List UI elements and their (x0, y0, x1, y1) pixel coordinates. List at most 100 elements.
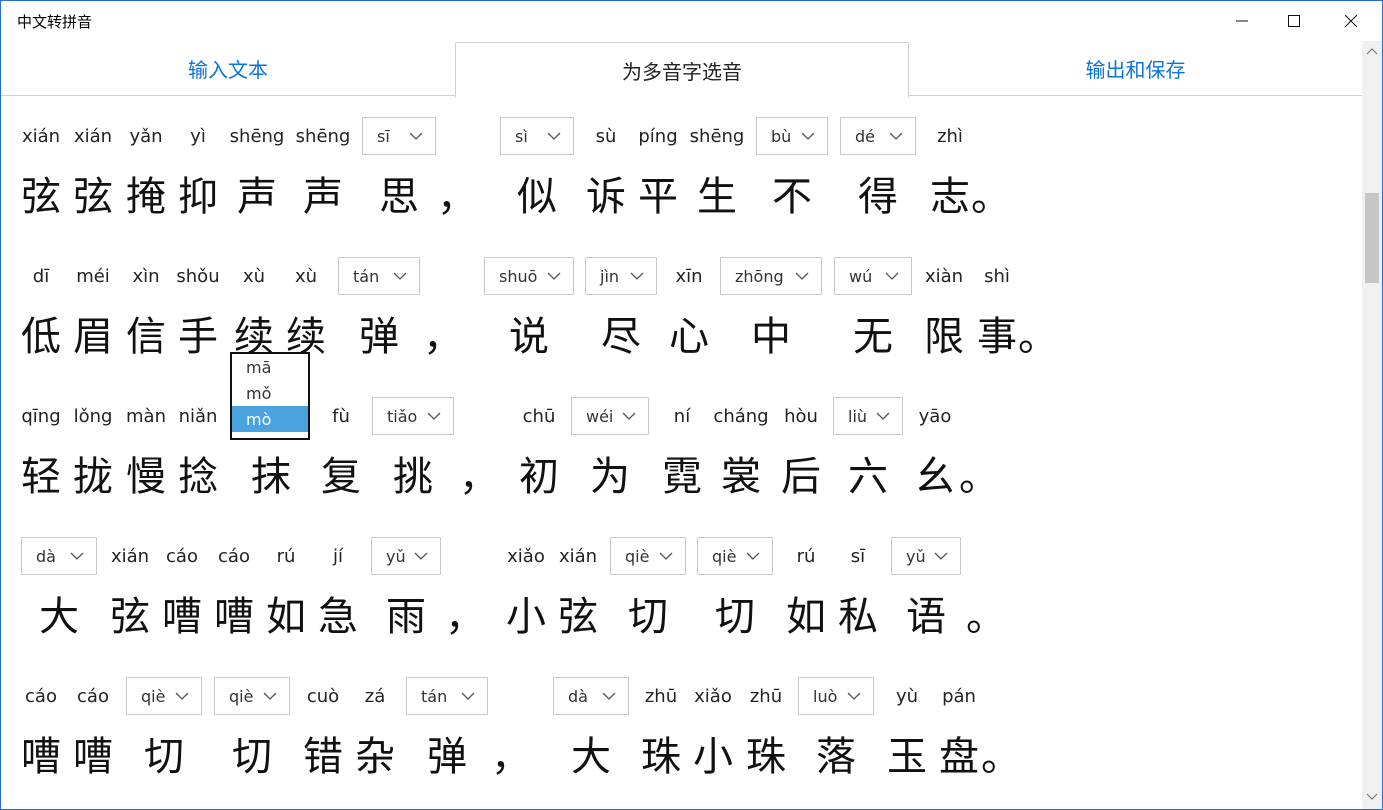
pinyin-dropdown-value: qiè (229, 686, 254, 706)
minimize-button[interactable] (1219, 1, 1265, 41)
pinyin-dropdown[interactable]: tiǎo (372, 397, 454, 435)
pinyin-dropdown[interactable]: dà (21, 537, 97, 575)
hanzi-char: 复 (321, 454, 361, 500)
scroll-down-icon[interactable] (1366, 793, 1378, 801)
hanzi-char: 嘈 (162, 594, 202, 640)
hanzi-char: ， (491, 734, 531, 780)
pinyin-dropdown[interactable]: tán (406, 677, 488, 715)
chevron-down-icon (602, 692, 616, 700)
char-cell: zhū 珠 (635, 676, 687, 784)
dropdown-option[interactable]: mǒ (232, 380, 308, 406)
pinyin-dropdown[interactable]: luò (798, 677, 874, 715)
pinyin-dropdown-value: qiè (141, 686, 166, 706)
pinyin-line: qīng 轻 lǒng 拢 màn 慢 niǎn 捻抹 fù 复 tiǎo 挑 ， chū 初 wéi 为 ní 霓… (1, 396, 1362, 536)
hanzi-char: 手 (178, 314, 218, 360)
hanzi-char: 初 (519, 454, 559, 500)
maximize-button[interactable] (1271, 1, 1317, 41)
char-cell: píng 平 (632, 116, 684, 224)
hanzi-char: 志 (930, 174, 970, 220)
close-button[interactable] (1328, 1, 1374, 41)
pinyin-dropdown[interactable]: sì (500, 117, 574, 155)
char-cell: shì 事 (971, 256, 1023, 364)
hanzi-char: 抑 (178, 174, 218, 220)
char-cell: qiè 切 (126, 676, 202, 784)
chevron-down-icon (393, 272, 407, 280)
hanzi-char: 限 (924, 314, 964, 360)
char-cell: yāo 幺 (909, 396, 961, 504)
tab-polyphone-select[interactable]: 为多音字选音 (455, 42, 909, 98)
char-cell: ， (491, 676, 531, 784)
pinyin-dropdown-value: tán (353, 266, 380, 286)
hanzi-char: 雨 (386, 594, 426, 640)
char-cell: xù 续 (228, 256, 280, 364)
char-cell: cháng 裳 (713, 396, 768, 504)
pinyin-dropdown-value: dà (36, 546, 56, 566)
pinyin-dropdown[interactable]: dé (840, 117, 916, 155)
pinyin-dropdown[interactable]: qiè (214, 677, 290, 715)
scroll-thumb[interactable] (1365, 193, 1379, 283)
pinyin-dropdown[interactable]: yǔ (371, 537, 441, 575)
hanzi-char: 盘 (939, 734, 979, 780)
vertical-scrollbar[interactable] (1362, 41, 1382, 809)
pinyin-dropdown[interactable]: tán (338, 257, 420, 295)
pinyin-dropdown-value: qiè (712, 546, 737, 566)
pinyin-label: qīng (21, 405, 61, 427)
pinyin-dropdown[interactable]: wéi (571, 397, 649, 435)
pinyin-dropdown-value: sī (377, 126, 390, 146)
pinyin-line: xián 弦 xián 弦 yǎn 掩 yì 抑 shēng 声 shēng 声 sī 思， sì 似 sù 诉 p… (1, 116, 1362, 256)
pinyin-dropdown-value: liù (848, 406, 868, 426)
pinyin-dropdown[interactable]: sī (362, 117, 436, 155)
hanzi-char: 嘈 (73, 734, 113, 780)
pinyin-dropdown[interactable]: zhōng (720, 257, 822, 295)
hanzi-char: 弦 (21, 174, 61, 220)
pinyin-dropdown[interactable]: liù (833, 397, 903, 435)
hanzi-char: 。 (959, 454, 999, 500)
hanzi-char: 小 (693, 734, 733, 780)
pinyin-dropdown[interactable]: qiè (126, 677, 202, 715)
hanzi-char: ， (423, 314, 463, 360)
char-cell: ， (445, 536, 485, 644)
hanzi-char: 珠 (641, 734, 681, 780)
pinyin-dropdown-value: luò (813, 686, 838, 706)
pinyin-label: xián (21, 125, 61, 147)
pinyin-dropdown[interactable]: shuō (484, 257, 574, 295)
pinyin-dropdown[interactable]: bù (756, 117, 828, 155)
scroll-up-icon[interactable] (1366, 47, 1378, 55)
char-cell: rú 如 (780, 536, 832, 644)
pinyin-label: màn (126, 405, 166, 427)
char-cell: zhū 珠 (740, 676, 792, 784)
char-cell: ， (437, 116, 477, 224)
char-cell: cáo 嘈 (156, 536, 208, 644)
pinyin-dropdown[interactable]: qiè (697, 537, 773, 575)
char-cell: hòu 后 (775, 396, 827, 504)
pinyin-label: zhū (749, 685, 783, 707)
dropdown-option[interactable]: mā (232, 354, 308, 380)
pinyin-dropdown[interactable]: yǔ (891, 537, 961, 575)
char-cell: 。 (966, 536, 1006, 644)
pinyin-line: dī 低 méi 眉 xìn 信 shǒu 手 xù 续 xù 续 tán 弹， shuō 说 jìn 尽 xīn 心… (1, 256, 1362, 396)
hanzi-char: ， (445, 594, 485, 640)
pinyin-dropdown[interactable]: dà (553, 677, 629, 715)
tab-input-text[interactable]: 输入文本 (1, 41, 455, 96)
pinyin-slot: dé (840, 116, 916, 156)
hanzi-char: 如 (266, 594, 306, 640)
char-cell: shǒu 手 (172, 256, 224, 364)
tab-output-save[interactable]: 输出和保存 (909, 41, 1362, 96)
hanzi-char: ， (437, 174, 477, 220)
hanzi-char: ， (459, 454, 499, 500)
hanzi-char: 低 (21, 314, 61, 360)
pinyin-dropdown[interactable]: wú (834, 257, 912, 295)
char-cell: méi 眉 (67, 256, 119, 364)
dropdown-option-selected[interactable]: mò (232, 406, 308, 432)
hanzi-char: 弦 (110, 594, 150, 640)
pinyin-dropdown[interactable]: jìn (585, 257, 657, 295)
hanzi-char: 眉 (73, 314, 113, 360)
pinyin-slot: qiè (697, 536, 773, 576)
char-cell: 。 (959, 396, 999, 504)
pinyin-dropdown-popup: mā mǒ mò (230, 352, 310, 440)
chevron-down-icon (547, 272, 561, 280)
pinyin-dropdown[interactable]: qiè (610, 537, 686, 575)
pinyin-label: méi (76, 265, 110, 287)
char-cell: sì 似 (500, 116, 574, 224)
char-cell: ní 霓 (656, 396, 708, 504)
